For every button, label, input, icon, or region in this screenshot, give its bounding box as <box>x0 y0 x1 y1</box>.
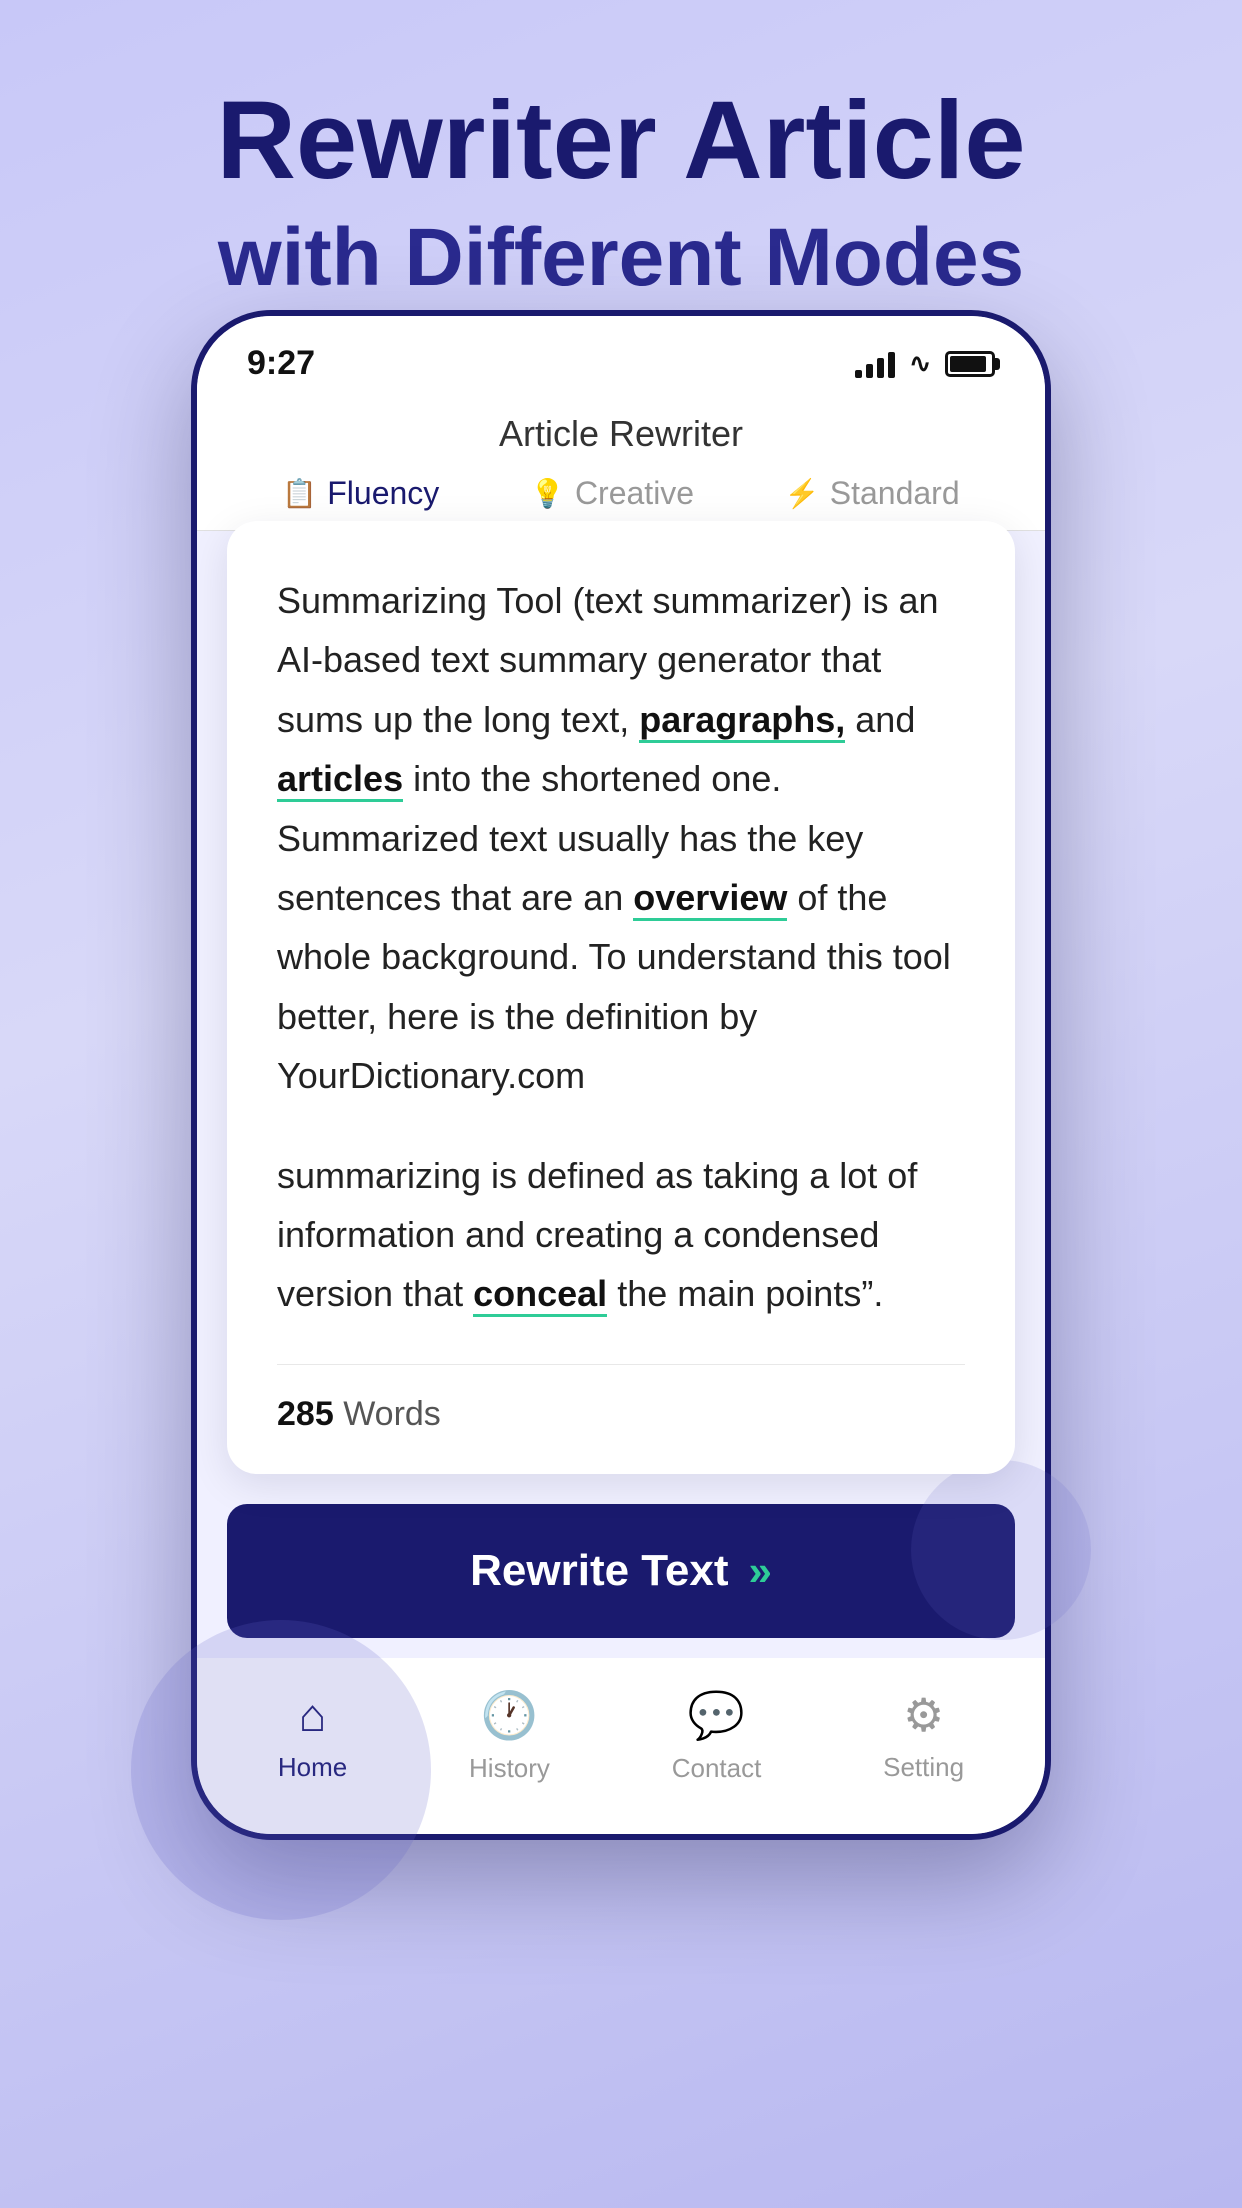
article-text: Summarizing Tool (text summarizer) is an… <box>277 571 965 1324</box>
highlight-conceal: conceal <box>473 1273 607 1317</box>
tabs-container: 📋 Fluency 💡 Creative ⚡ Standard <box>197 455 1045 531</box>
creative-icon: 💡 <box>530 477 565 510</box>
highlight-articles: articles <box>277 758 403 802</box>
content-area: Summarizing Tool (text summarizer) is an… <box>227 521 1015 1474</box>
nav-history[interactable]: 🕐 History <box>469 1688 550 1784</box>
bg-decoration-1 <box>131 1620 431 1920</box>
page-title: Rewriter Article <box>0 80 1242 201</box>
status-time: 9:27 <box>247 344 315 383</box>
nav-contact[interactable]: 💬 Contact <box>672 1688 762 1784</box>
divider <box>277 1364 965 1365</box>
signal-icon <box>855 350 895 378</box>
word-count: 285 Words <box>277 1395 965 1434</box>
battery-icon <box>945 351 995 377</box>
standard-icon: ⚡ <box>785 477 820 510</box>
bg-decoration-2 <box>911 1460 1091 1640</box>
contact-icon: 💬 <box>688 1688 745 1743</box>
page-subtitle: with Different Modes <box>0 211 1242 305</box>
arrows-icon: » <box>749 1547 772 1595</box>
history-icon: 🕐 <box>481 1688 538 1743</box>
status-icons: ∿ <box>855 348 995 379</box>
highlight-paragraphs: paragraphs, <box>639 699 845 743</box>
fluency-icon: 📋 <box>282 477 317 510</box>
app-header: Article Rewriter <box>197 393 1045 455</box>
wifi-icon: ∿ <box>909 348 931 379</box>
status-bar: 9:27 ∿ <box>197 316 1045 393</box>
setting-icon: ⚙ <box>903 1688 944 1742</box>
highlight-overview: overview <box>633 877 787 921</box>
rewrite-button[interactable]: Rewrite Text » <box>227 1504 1015 1638</box>
paragraph-1: Summarizing Tool (text summarizer) is an… <box>277 571 965 1106</box>
phone-frame: 9:27 ∿ Article Rewriter 📋 <box>191 310 1051 1840</box>
paragraph-2: summarizing is defined as taking a lot o… <box>277 1146 965 1324</box>
phone-mockup: 9:27 ∿ Article Rewriter 📋 <box>191 310 1051 1840</box>
nav-setting[interactable]: ⚙ Setting <box>883 1688 964 1784</box>
